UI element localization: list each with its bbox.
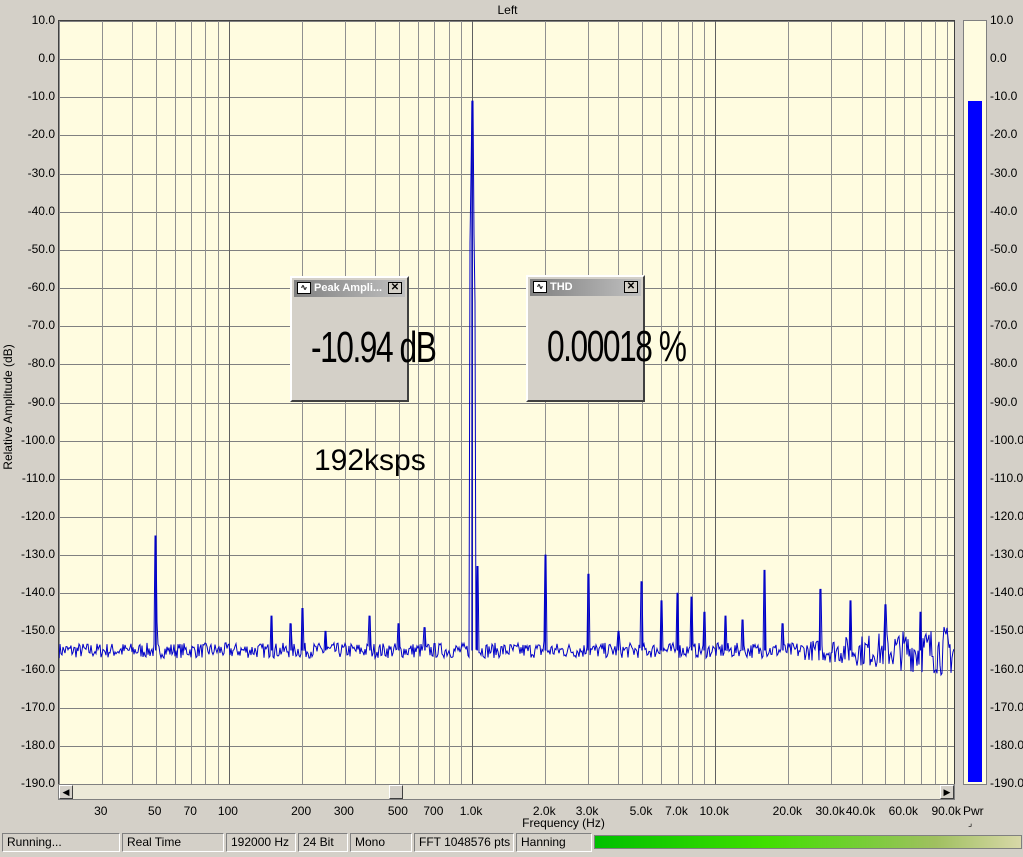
thd-window-title: THD (550, 281, 573, 293)
peak-amplitude-window[interactable]: ∿ Peak Ampli... ✕ -10.94 dB (290, 276, 437, 402)
window-title: Left (497, 3, 518, 17)
y-tick-label: -20.0 (27, 127, 55, 142)
input-level-bar (594, 835, 1022, 849)
meter-tick-label: -60.0 (990, 280, 1018, 295)
y-tick-label: -120.0 (20, 508, 55, 523)
y-tick-label: -80.0 (27, 356, 55, 371)
scroll-left-button[interactable]: ◀ (59, 785, 73, 799)
spectrum-trace (59, 100, 954, 677)
y-tick-label: -90.0 (27, 394, 55, 409)
meter-tick-label: -160.0 (990, 661, 1023, 676)
status-window: Hanning (516, 833, 592, 852)
status-fft: FFT 1048576 pts (414, 833, 514, 852)
y-tick-label: -30.0 (27, 165, 55, 180)
waveform-icon: ∿ (297, 282, 311, 294)
status-mode: Real Time (122, 833, 224, 852)
status-state: Running... (2, 833, 120, 852)
y-tick-label: -150.0 (20, 623, 55, 638)
meter-tick-label: -190.0 (990, 776, 1023, 790)
thd-window[interactable]: ∿ THD ✕ 0.00018 % (526, 275, 687, 402)
meter-tick-label: -120.0 (990, 508, 1023, 523)
thd-value: 0.00018 % (546, 322, 687, 371)
y-tick-label: -50.0 (27, 241, 55, 256)
status-rate: 192000 Hz (226, 833, 296, 852)
waveform-icon: ∿ (533, 281, 547, 293)
meter-tick-label: -50.0 (990, 241, 1018, 256)
peak-window-titlebar[interactable]: ∿ Peak Ampli... ✕ (294, 280, 405, 297)
meter-tick-label: -70.0 (990, 318, 1018, 333)
meter-tick-label: -90.0 (990, 394, 1018, 409)
status-bar: Running... Real Time 192000 Hz 24 Bit Mo… (0, 832, 1023, 854)
y-tick-label: -40.0 (27, 203, 55, 218)
peak-amplitude-value: -10.94 dB (310, 323, 437, 372)
meter-tick-label: -110.0 (990, 470, 1023, 485)
meter-tick-label: -30.0 (990, 165, 1018, 180)
y-tick-label: -110.0 (21, 470, 55, 485)
resize-grip-icon[interactable]: ⌟ (968, 818, 980, 828)
power-meter (963, 20, 987, 785)
y-tick-label: -100.0 (20, 432, 55, 447)
close-icon[interactable]: ✕ (624, 281, 638, 293)
y-tick-label: -140.0 (20, 585, 55, 600)
horizontal-scrollbar[interactable]: ◀ ▶ (58, 784, 955, 800)
meter-tick-label: -130.0 (990, 547, 1023, 562)
power-meter-fill (968, 100, 982, 782)
y-tick-label: -160.0 (20, 661, 55, 676)
close-icon[interactable]: ✕ (388, 282, 402, 294)
y-tick-label: -60.0 (27, 280, 55, 295)
spectrum-svg (59, 21, 954, 784)
meter-tick-label: -140.0 (990, 585, 1023, 600)
meter-tick-label: 0.0 (990, 51, 1007, 66)
status-bits: 24 Bit (298, 833, 348, 852)
thd-window-titlebar[interactable]: ∿ THD ✕ (530, 279, 641, 296)
spectrum-plot[interactable] (58, 20, 955, 785)
peak-window-title: Peak Ampli... (314, 282, 383, 294)
status-channels: Mono (350, 833, 412, 852)
meter-tick-label: -80.0 (990, 356, 1018, 371)
x-axis-label: Frequency (Hz) (522, 816, 605, 830)
scroll-thumb[interactable] (389, 785, 403, 799)
meter-tick-label: -100.0 (990, 432, 1023, 447)
y-tick-label: -70.0 (27, 318, 55, 333)
sample-rate-annotation: 192ksps (314, 444, 426, 477)
meter-tick-label: -20.0 (990, 127, 1018, 142)
meter-tick-label: -10.0 (990, 89, 1018, 104)
meter-tick-label: 10.0 (990, 13, 1014, 27)
meter-tick-label: -180.0 (990, 737, 1023, 752)
y-tick-label: 0.0 (38, 51, 55, 66)
y-tick-label: -170.0 (20, 699, 55, 714)
y-tick-label: -180.0 (20, 737, 55, 752)
meter-tick-label: -40.0 (990, 203, 1018, 218)
y-tick-label: 10.0 (31, 13, 55, 27)
y-tick-label: -130.0 (20, 547, 55, 562)
meter-tick-label: -170.0 (990, 699, 1023, 714)
y-tick-label: -190.0 (20, 776, 55, 790)
scroll-right-button[interactable]: ▶ (940, 785, 954, 799)
y-tick-label: -10.0 (27, 89, 55, 104)
meter-label: Pwr (963, 804, 984, 818)
meter-tick-label: -150.0 (990, 623, 1023, 638)
